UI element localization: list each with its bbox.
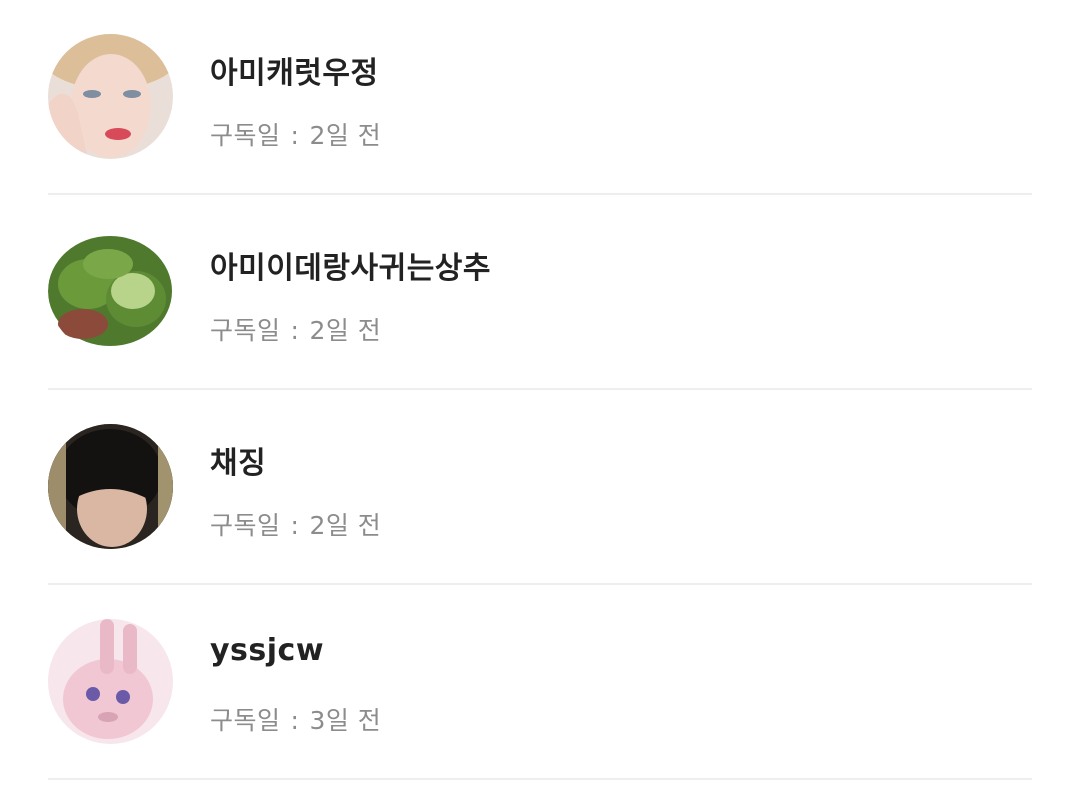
subscription-date: 구독일:2일 전 (210, 311, 381, 347)
separator: : (290, 121, 300, 150)
subscription-label: 구독일 (210, 121, 281, 150)
avatar[interactable] (48, 34, 173, 159)
subscription-when: 2일 전 (309, 316, 382, 345)
subscription-when: 3일 전 (309, 706, 382, 735)
avatar[interactable] (48, 619, 173, 744)
avatar-photo-icon (48, 424, 173, 549)
subscriber-row[interactable]: 채징 구독일:2일 전 (48, 390, 1032, 585)
subscription-date: 구독일:3일 전 (210, 701, 381, 737)
separator: : (290, 706, 300, 735)
subscriber-row[interactable]: 아미이데랑사귀는상추 구독일:2일 전 (48, 195, 1032, 390)
subscriber-name: yssjcw (210, 633, 325, 668)
separator: : (290, 511, 300, 540)
avatar[interactable] (48, 424, 173, 549)
avatar-photo-icon (48, 34, 173, 159)
separator: : (290, 316, 300, 345)
subscriber-row[interactable]: 아미캐럿우정 구독일:2일 전 (48, 0, 1032, 195)
avatar-photo-icon (48, 619, 173, 744)
avatar[interactable] (48, 229, 173, 354)
subscription-when: 2일 전 (309, 511, 382, 540)
avatar-photo-icon (48, 229, 173, 354)
subscriber-name: 아미캐럿우정 (210, 56, 379, 91)
subscription-label: 구독일 (210, 706, 281, 735)
subscriber-row[interactable]: yssjcw 구독일:3일 전 (48, 585, 1032, 780)
subscription-label: 구독일 (210, 511, 281, 540)
subscriber-name: 아미이데랑사귀는상추 (210, 251, 491, 286)
subscription-date: 구독일:2일 전 (210, 116, 381, 152)
subscription-when: 2일 전 (309, 121, 382, 150)
row-divider (48, 778, 1032, 780)
subscription-date: 구독일:2일 전 (210, 506, 381, 542)
subscription-label: 구독일 (210, 316, 281, 345)
subscriber-list: 아미캐럿우정 구독일:2일 전 아미이데랑사귀는상추 구독일:2일 전 채징 구… (0, 0, 1080, 810)
subscriber-name: 채징 (210, 446, 267, 481)
